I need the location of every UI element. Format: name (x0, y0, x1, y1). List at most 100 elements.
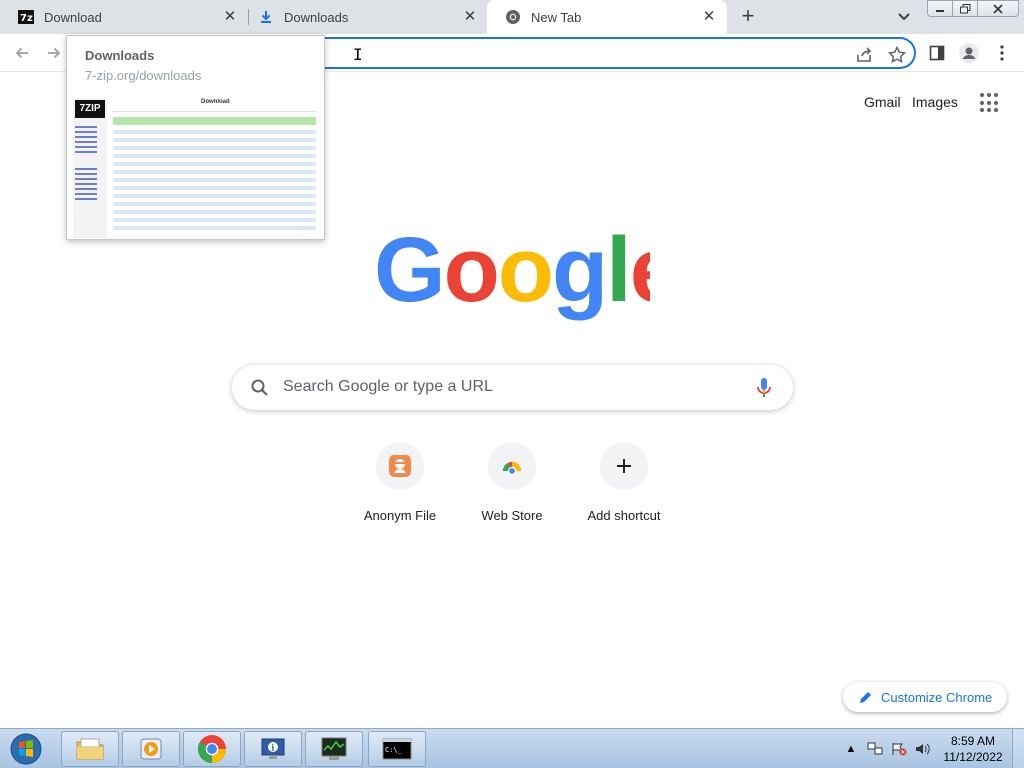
side-panel-button[interactable] (926, 42, 948, 64)
taskbar-command-prompt[interactable]: C:\_ (368, 731, 426, 767)
thumb-link (75, 126, 97, 128)
restore-button[interactable] (952, 0, 978, 17)
search-icon (251, 379, 268, 396)
taskbar-clock[interactable]: 8:59 AM 11/12/2022 (940, 733, 1006, 765)
anonym-file-icon (376, 442, 424, 490)
thumb-link (75, 198, 97, 200)
start-button[interactable] (4, 731, 48, 767)
thumb-link (75, 146, 97, 148)
clock-time: 8:59 AM (950, 734, 996, 748)
close-icon[interactable]: ✕ (701, 9, 717, 25)
tab-download[interactable]: 7z Download ✕ (0, 0, 248, 34)
images-link[interactable]: Images (912, 94, 958, 110)
thumb-table-row (113, 178, 316, 182)
tab-hover-preview: Downloads 7-zip.org/downloads 7ZIP Downl… (66, 35, 325, 240)
thumb-table-row (113, 146, 316, 150)
svg-text:C:\_: C:\_ (385, 746, 403, 754)
back-button[interactable] (9, 40, 35, 66)
thumb-link (75, 141, 97, 143)
thumb-table-row (113, 218, 316, 222)
show-desktop-button[interactable] (1012, 729, 1024, 768)
system-info-icon: i (261, 738, 285, 759)
search-box[interactable]: Search Google or type a URL (232, 365, 793, 410)
thumb-table-row (113, 226, 316, 230)
minimize-icon (936, 9, 944, 12)
shortcut-label: Anonym File (363, 508, 437, 523)
show-hidden-icons-icon[interactable]: ▲ (842, 741, 860, 757)
windows-orb-icon (10, 733, 42, 765)
system-tray: ▲ (842, 729, 938, 768)
thumb-table-row (113, 202, 316, 206)
thumb-heading-text: Download (201, 99, 230, 105)
search-input[interactable]: Search Google or type a URL (283, 378, 493, 396)
taskbar-task-manager[interactable] (305, 731, 363, 767)
task-manager-icon (321, 737, 347, 760)
thumb-table-row (113, 186, 316, 190)
menu-button[interactable] (991, 42, 1013, 64)
close-window-button[interactable] (977, 0, 1019, 17)
tab-title: Download (44, 9, 102, 25)
thumb-page-heading: Download (113, 98, 316, 112)
network-icon[interactable] (866, 741, 884, 757)
forward-button[interactable] (41, 40, 67, 66)
thumb-link (75, 183, 97, 185)
thumb-link (75, 178, 97, 180)
tab-new-tab[interactable]: New Tab ✕ (487, 0, 727, 34)
taskbar-explorer[interactable] (61, 731, 119, 767)
taskbar-chrome[interactable] (183, 731, 241, 767)
profile-button[interactable] (958, 42, 980, 64)
chrome-icon (198, 735, 226, 763)
thumb-link (75, 168, 97, 170)
tab-strip: 7z Download ✕ Downloads ✕ New Tab ✕ + (0, 0, 1024, 34)
preview-thumbnail: 7ZIP Download (73, 98, 318, 238)
profile-avatar-icon (959, 43, 979, 63)
new-tab-button[interactable]: + (736, 5, 760, 29)
window-controls (927, 0, 1019, 17)
share-icon[interactable] (855, 45, 875, 65)
pencil-icon (860, 692, 871, 703)
gmail-link[interactable]: Gmail (864, 94, 901, 110)
taskbar-system-info[interactable]: i (244, 731, 302, 767)
thumb-link (75, 188, 97, 190)
add-shortcut-button[interactable]: Add shortcut (568, 442, 680, 542)
taskbar-media-player[interactable] (122, 731, 180, 767)
side-panel-icon (929, 45, 945, 61)
thumb-link (75, 136, 97, 138)
volume-icon[interactable] (914, 741, 932, 757)
minimize-button[interactable] (927, 0, 953, 17)
thumb-table-header (113, 117, 316, 125)
thumb-table-row (113, 154, 316, 158)
customize-chrome-button[interactable]: Customize Chrome (843, 682, 1007, 712)
folder-icon (76, 738, 104, 760)
close-icon[interactable]: ✕ (222, 9, 238, 25)
tab-title: Downloads (284, 9, 349, 25)
tab-downloads[interactable]: Downloads ✕ (240, 0, 488, 34)
close-icon[interactable]: ✕ (462, 9, 478, 25)
google-apps-icon[interactable] (980, 93, 1000, 113)
arrow-right-icon (48, 47, 61, 59)
preview-title: Downloads (85, 48, 155, 63)
command-prompt-icon: C:\_ (382, 738, 412, 760)
windows-taskbar: i C:\_ ▲ 8:59 AM 11/12/2022 (0, 728, 1024, 768)
shortcut-web-store[interactable]: Web Store (456, 442, 568, 542)
arrow-left-icon (15, 47, 28, 59)
address-bar[interactable] (320, 37, 916, 69)
thumb-table-row (113, 162, 316, 166)
plus-icon (600, 442, 648, 490)
svg-text:i: i (271, 743, 274, 753)
download-arrow-icon (258, 9, 274, 25)
microphone-icon[interactable] (755, 377, 773, 399)
text-cursor-icon: I (353, 45, 363, 64)
customize-label: Customize Chrome (881, 689, 993, 705)
tab-search-button[interactable] (894, 8, 914, 26)
thumb-link (75, 173, 97, 175)
thumb-logo: 7ZIP (75, 100, 105, 118)
preview-url: 7-zip.org/downloads (85, 68, 202, 83)
action-center-flag-icon[interactable] (890, 741, 908, 757)
7zip-icon: 7z (18, 9, 34, 25)
shortcut-label: Web Store (481, 508, 543, 523)
kebab-menu-icon (1000, 45, 1004, 61)
shortcut-anonym-file[interactable]: Anonym File (344, 442, 456, 542)
bookmark-star-icon[interactable] (887, 45, 907, 65)
google-logo: Google (374, 225, 650, 321)
